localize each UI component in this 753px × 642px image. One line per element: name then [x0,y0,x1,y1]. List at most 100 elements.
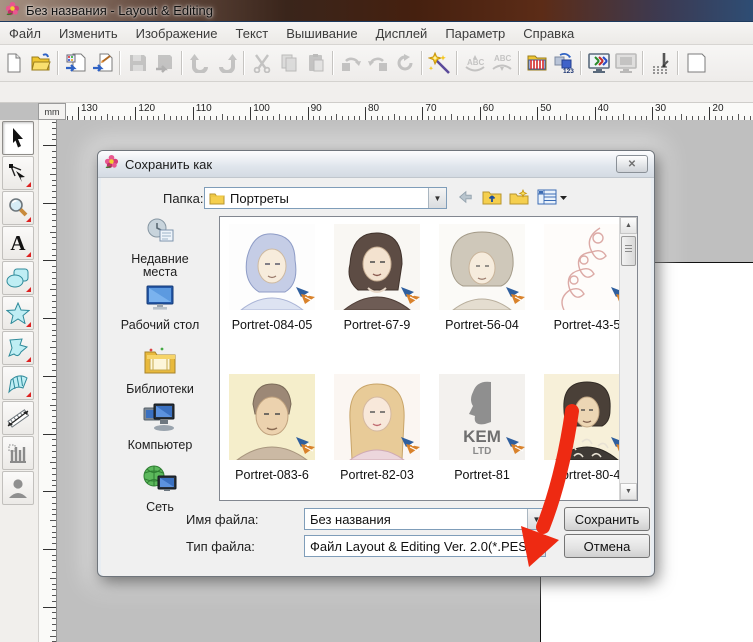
select-tool[interactable] [2,121,34,155]
pes-bird-icon [293,435,315,460]
scroll-up-icon[interactable]: ▲ [620,217,637,234]
back-icon[interactable] [453,186,477,208]
libraries-icon [142,346,178,376]
file-tile[interactable]: Portret-084-05 [226,224,318,332]
sidebar-item-desktop[interactable]: Рабочий стол [107,284,213,332]
menu-edit[interactable]: Изменить [50,26,127,41]
solid-view-icon[interactable] [612,49,639,77]
ruler-unit-box: mm [38,103,66,120]
main-toolbar: ABC ABC 123 [0,45,753,82]
new-folder-icon[interactable] [507,186,531,208]
svg-text:ABC: ABC [467,58,485,67]
scrollbar-thumb[interactable] [621,236,636,266]
computer-icon [142,402,178,432]
sidebar-item-libraries[interactable]: Библиотеки [107,346,213,396]
menu-option[interactable]: Параметр [436,26,514,41]
thread-palette-icon[interactable] [523,49,550,77]
file-name: Portret-083-6 [226,468,318,482]
title-bar: Без названия - Layout & Editing [0,0,753,22]
menu-bar: Файл Изменить Изображение Текст Вышивани… [0,22,753,45]
save-button[interactable]: Сохранить [564,507,650,531]
stitch-attributes-tool[interactable] [2,436,34,470]
menu-sew[interactable]: Вышивание [277,26,366,41]
folder-value: Портреты [225,191,428,206]
rotate-right-icon[interactable] [364,49,391,77]
file-tile[interactable]: KEMLTD Portret-81 [436,374,528,482]
filename-dropdown-icon[interactable]: ▼ [527,509,545,529]
magic-wand-icon[interactable] [426,49,453,77]
text-arc-down-icon[interactable]: ABC [461,49,488,77]
view-menu-icon[interactable] [535,186,569,208]
import-image-icon[interactable] [89,49,116,77]
sewing-order-icon[interactable]: 123 [550,49,577,77]
redo-icon[interactable] [213,49,240,77]
window-title: Без названия - Layout & Editing [26,3,213,18]
copy-icon[interactable] [275,49,302,77]
up-folder-icon[interactable] [480,186,504,208]
zoom-tool[interactable] [2,191,34,225]
paste-icon[interactable] [302,49,329,77]
shapes-star-tool[interactable] [2,296,34,330]
filetype-dropdown-icon[interactable]: ▼ [527,536,545,556]
file-tile[interactable]: Portret-67-9 [331,224,423,332]
realistic-view-icon[interactable] [585,49,612,77]
select-point-tool[interactable] [2,156,34,190]
filetype-combobox[interactable]: Файл Layout & Editing Ver. 2.0(*.PES) ▼ [304,535,546,557]
shapes-outline-tool[interactable] [2,331,34,365]
cancel-button[interactable]: Отмена [564,534,650,558]
sidebar-item-computer[interactable]: Компьютер [107,402,213,452]
tool-palette: A [0,120,39,642]
menu-display[interactable]: Дисплей [367,26,437,41]
sidebar-item-network[interactable]: Сеть [107,464,213,514]
text-tool[interactable]: A [2,226,34,260]
filename-value: Без названия [305,512,527,527]
import-design-icon[interactable] [62,49,89,77]
text-arc-up-icon[interactable]: ABC [488,49,515,77]
shapes-oval-tool[interactable] [2,261,34,295]
rotate-free-icon[interactable] [391,49,418,77]
flower-app-icon [5,1,20,21]
file-name: Portret-67-9 [331,318,423,332]
save-icon[interactable] [124,49,151,77]
dialog-title: Сохранить как [125,157,616,172]
menu-help[interactable]: Справка [514,26,583,41]
menu-file[interactable]: Файл [0,26,50,41]
desktop-icon [143,284,177,312]
vertical-ruler: 706050403020100-10 [38,120,57,642]
folder-dropdown-icon[interactable]: ▼ [428,188,446,208]
measure-tool[interactable] [2,401,34,435]
menu-text[interactable]: Текст [227,26,278,41]
file-name: Portret-81 [436,468,528,482]
file-tile[interactable]: Portret-56-04 [436,224,528,332]
design-page-partial-icon[interactable] [682,49,709,77]
close-icon[interactable]: ✕ [616,155,648,173]
shapes-fan-tool[interactable] [2,366,34,400]
write-to-card-icon[interactable] [151,49,178,77]
file-tile[interactable]: Portret-083-6 [226,374,318,482]
app-window: Без названия - Layout & Editing Файл Изм… [0,0,753,642]
svg-text:123: 123 [563,68,574,74]
file-name: Portret-82-03 [331,468,423,482]
filetype-label: Тип файла: [186,539,255,554]
pes-bird-icon [503,435,525,460]
save-as-dialog: Сохранить как ✕ Папка: Портреты ▼ Недавн… [97,150,655,577]
svg-text:KEM: KEM [463,427,501,446]
sidebar-item-recent[interactable]: Недавниеместа [107,216,213,279]
rotate-left-icon[interactable] [337,49,364,77]
file-list: Portret-084-05 Portret-67-9 Portret-56-0… [219,216,638,501]
file-list-scrollbar[interactable]: ▲ ▼ [619,217,637,500]
new-document-icon[interactable] [0,49,27,77]
filename-label: Имя файла: [186,512,259,527]
menu-image[interactable]: Изображение [127,26,227,41]
pes-bird-icon [293,285,315,310]
scroll-down-icon[interactable]: ▼ [620,483,637,500]
file-tile[interactable]: Portret-82-03 [331,374,423,482]
undo-icon[interactable] [186,49,213,77]
filename-combobox[interactable]: Без названия ▼ [304,508,546,530]
svg-text:LTD: LTD [473,446,492,457]
portrait-tool[interactable] [2,471,34,505]
open-file-icon[interactable] [27,49,54,77]
cut-icon[interactable] [248,49,275,77]
folder-combobox[interactable]: Портреты ▼ [204,187,447,209]
stitch-simulator-icon[interactable] [647,49,674,77]
